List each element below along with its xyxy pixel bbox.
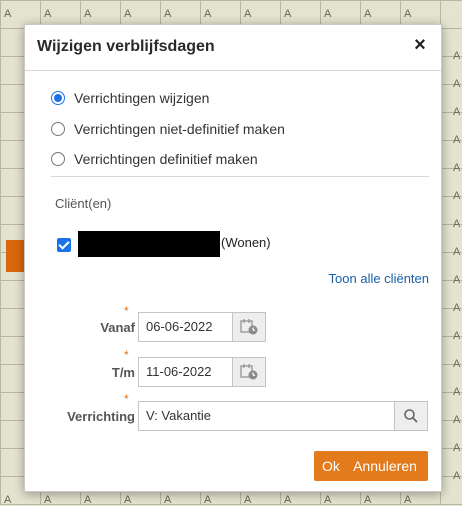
background-cell-letter: A	[164, 494, 172, 506]
required-marker: *	[124, 348, 129, 362]
option-label: Verrichtingen definitief maken	[74, 151, 258, 167]
background-cell-letter: A	[124, 494, 132, 506]
background-cell-letter: A	[164, 8, 172, 20]
background-cell-letter: A	[324, 494, 332, 506]
background-cell-letter: A	[453, 162, 461, 174]
search-icon[interactable]	[394, 402, 427, 430]
background-cell-letter: A	[453, 302, 461, 314]
required-marker: *	[124, 304, 129, 318]
radio-button-selected[interactable]	[51, 91, 65, 105]
action-field: V: Vakantie	[138, 401, 428, 431]
background-cell-letter: A	[244, 8, 252, 20]
clients-label: Cliënt(en)	[55, 196, 112, 211]
action-label: Verrichting	[67, 409, 135, 424]
show-all-clients-link[interactable]: Toon alle cliënten	[329, 271, 429, 286]
background-cell-letter: A	[4, 494, 12, 506]
background-cell-letter: A	[453, 358, 461, 370]
background-cell-letter: A	[404, 494, 412, 506]
radio-button[interactable]	[51, 122, 65, 136]
background-cell-letter: A	[453, 134, 461, 146]
background-cell-letter: A	[453, 330, 461, 342]
background-cell-letter: A	[44, 8, 52, 20]
background-cell-letter: A	[324, 8, 332, 20]
radio-button[interactable]	[51, 152, 65, 166]
background-cell-letter: A	[204, 494, 212, 506]
dialog-titlebar: Wijzigen verblijfsdagen ×	[25, 25, 441, 71]
section-divider	[51, 176, 429, 177]
required-marker: *	[124, 392, 129, 406]
dialog-title: Wijzigen verblijfsdagen	[37, 38, 215, 55]
from-date-field: 06-06-2022	[138, 312, 266, 342]
option-edit-actions[interactable]: Verrichtingen wijzigen	[51, 88, 209, 108]
background-cell-letter: A	[453, 442, 461, 454]
background-highlight-cell	[6, 240, 24, 272]
option-label: Verrichtingen wijzigen	[74, 90, 210, 106]
client-name-redacted	[78, 231, 220, 257]
background-cell-letter: A	[453, 470, 461, 482]
background-cell-letter: A	[453, 274, 461, 286]
background-cell-letter: A	[364, 494, 372, 506]
background-cell-letter: A	[453, 50, 461, 62]
background-cell-letter: A	[404, 8, 412, 20]
background-cell-letter: A	[284, 8, 292, 20]
from-date-label: Vanaf	[100, 320, 135, 335]
background-cell-letter: A	[244, 494, 252, 506]
background-cell-letter: A	[453, 190, 461, 202]
background-cell-letter: A	[453, 414, 461, 426]
background-cell-letter: A	[453, 246, 461, 258]
close-icon[interactable]: ×	[409, 34, 431, 56]
background-cell-letter: A	[84, 8, 92, 20]
background-cell-letter: A	[204, 8, 212, 20]
client-checkbox[interactable]	[57, 238, 71, 252]
action-input[interactable]: V: Vakantie	[139, 402, 394, 430]
option-make-definitive[interactable]: Verrichtingen definitief maken	[51, 149, 258, 169]
background-cell-letter: A	[453, 78, 461, 90]
option-make-non-definitive[interactable]: Verrichtingen niet-definitief maken	[51, 119, 285, 139]
background-cell-letter: A	[84, 494, 92, 506]
calendar-clock-icon[interactable]	[232, 358, 265, 386]
to-date-label: T/m	[111, 365, 135, 380]
background-cell-letter: A	[364, 8, 372, 20]
background-cell-letter: A	[453, 106, 461, 118]
background-cell-letter: A	[124, 8, 132, 20]
option-label: Verrichtingen niet-definitief maken	[74, 121, 285, 137]
background-cell-letter: A	[453, 218, 461, 230]
background-cell-letter: A	[453, 386, 461, 398]
background-cell-letter: A	[284, 494, 292, 506]
background-cell-letter: A	[4, 8, 12, 20]
from-date-input[interactable]: 06-06-2022	[139, 313, 232, 341]
client-type-label: (Wonen)	[221, 235, 271, 250]
background-cell-letter: A	[44, 494, 52, 506]
cancel-button[interactable]: Annuleren	[342, 451, 428, 481]
edit-stay-days-dialog: Wijzigen verblijfsdagen × Verrichtingen …	[24, 24, 442, 492]
to-date-field: 11-06-2022	[138, 357, 266, 387]
to-date-input[interactable]: 11-06-2022	[139, 358, 232, 386]
calendar-clock-icon[interactable]	[232, 313, 265, 341]
